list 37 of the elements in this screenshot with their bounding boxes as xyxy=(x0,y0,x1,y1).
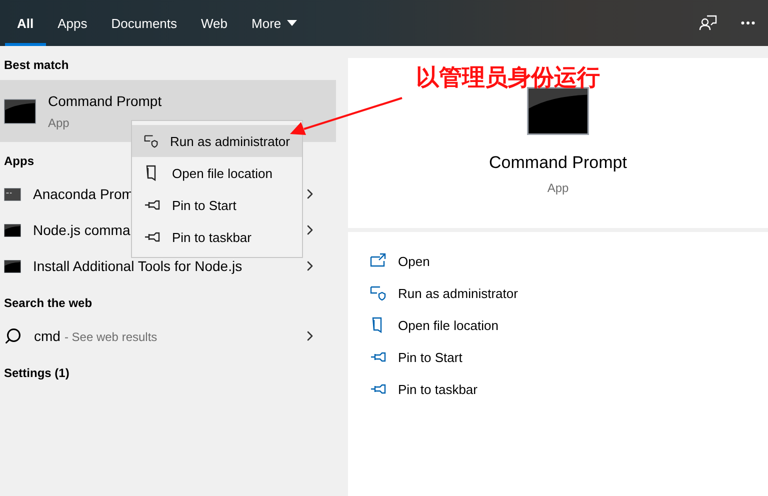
app-type: App xyxy=(48,116,70,130)
search-icon xyxy=(4,327,22,345)
app-title: Command Prompt xyxy=(48,92,162,108)
tab[interactable]: All xyxy=(5,0,46,46)
menu-item[interactable]: Open file location xyxy=(132,157,302,189)
section-heading: Best match xyxy=(3,57,70,74)
tab[interactable]: More xyxy=(240,0,310,46)
action-item[interactable]: Pin to taskbar xyxy=(370,373,768,405)
open-icon xyxy=(370,253,386,269)
feedback-icon[interactable] xyxy=(699,14,717,32)
section-heading: Settings (1) xyxy=(3,365,70,382)
console-icon xyxy=(527,87,589,135)
tab[interactable]: Apps xyxy=(46,0,100,46)
app-title: Command Prompt xyxy=(489,153,627,173)
menu-item[interactable]: Pin to taskbar xyxy=(132,221,302,253)
annotation-text: 以管理员身份运行 xyxy=(416,63,600,93)
action-item[interactable]: Pin to Start xyxy=(370,341,768,373)
action-item[interactable]: Run as administrator xyxy=(370,277,768,309)
console-icon xyxy=(4,224,21,236)
action-item[interactable]: Open xyxy=(370,245,768,277)
console-icon xyxy=(4,260,21,272)
console-icon xyxy=(4,188,21,200)
section-heading: Search the web xyxy=(3,295,94,312)
web-query[interactable]: cmd xyxy=(34,328,60,344)
web-hint: - See web results xyxy=(64,330,158,344)
tab[interactable]: Web xyxy=(189,0,240,46)
result-item[interactable]: Install Additional Tools for Node.js xyxy=(33,258,290,274)
shield-icon xyxy=(370,285,386,301)
section-heading: Apps xyxy=(3,153,35,170)
action-item[interactable]: Open file location xyxy=(370,309,768,341)
tab[interactable]: Documents xyxy=(99,0,190,46)
menu-item[interactable]: Run as administrator xyxy=(132,125,302,157)
shield-icon xyxy=(144,133,158,149)
menu-item[interactable]: Pin to Start xyxy=(132,189,302,221)
caret-icon xyxy=(287,20,298,26)
console-icon xyxy=(4,98,36,124)
app-type: App xyxy=(547,181,569,195)
